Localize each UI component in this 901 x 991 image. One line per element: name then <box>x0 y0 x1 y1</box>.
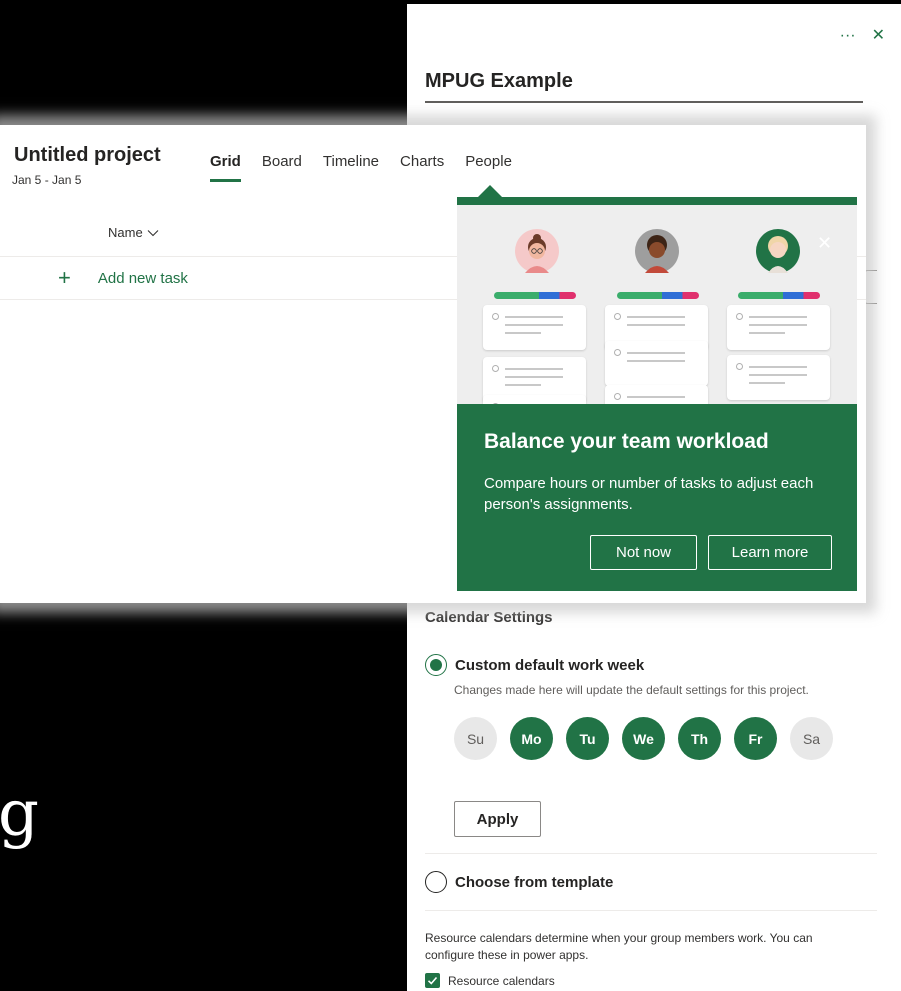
callout-actions: Not now Learn more <box>590 535 832 570</box>
day-toggle-monday[interactable]: Mo <box>510 717 553 760</box>
more-options-icon[interactable]: ··· <box>840 28 856 44</box>
callout-title: Balance your team workload <box>484 430 769 453</box>
divider <box>425 910 877 911</box>
add-new-task-row[interactable]: + Add new task <box>58 267 188 289</box>
not-now-button[interactable]: Not now <box>590 535 697 570</box>
learn-more-button[interactable]: Learn more <box>708 535 832 570</box>
task-card <box>605 385 708 404</box>
plus-icon: + <box>58 265 71 290</box>
custom-week-label: Custom default work week <box>455 656 645 674</box>
day-toggle-wednesday[interactable]: We <box>622 717 665 760</box>
person-avatar-icon <box>635 229 679 273</box>
panel-actions: ··· ✕ <box>840 28 885 44</box>
custom-week-radio[interactable] <box>425 654 447 676</box>
day-toggle-tuesday[interactable]: Tu <box>566 717 609 760</box>
template-option[interactable]: Choose from template <box>425 871 613 893</box>
day-toggle-friday[interactable]: Fr <box>734 717 777 760</box>
hidden-field-edge <box>865 270 877 304</box>
view-tabs: Grid Board Timeline Charts People <box>210 153 512 182</box>
tab-people[interactable]: People <box>465 153 512 182</box>
tab-charts[interactable]: Charts <box>400 153 444 182</box>
resource-calendars-description: Resource calendars determine when your g… <box>425 931 813 962</box>
checkmark-icon <box>427 976 438 985</box>
apply-button[interactable]: Apply <box>454 801 541 837</box>
person-avatar-icon <box>515 229 559 273</box>
task-card <box>483 305 586 350</box>
day-toggle-thursday[interactable]: Th <box>678 717 721 760</box>
task-card <box>727 355 830 400</box>
day-toggle-sunday[interactable]: Su <box>454 717 497 760</box>
resource-calendars-checkbox[interactable] <box>425 973 440 988</box>
tab-grid[interactable]: Grid <box>210 153 241 182</box>
workload-bar <box>738 292 820 299</box>
workday-picker: Su Mo Tu We Th Fr Sa <box>454 717 833 760</box>
workload-illustration: ✕ <box>457 205 857 404</box>
custom-week-option[interactable]: Custom default work week <box>425 654 644 676</box>
chevron-down-icon <box>147 229 159 236</box>
resource-calendars-label: Resource calendars <box>448 973 555 988</box>
close-panel-icon[interactable]: ✕ <box>872 28 885 44</box>
template-label: Choose from template <box>455 873 614 891</box>
template-radio[interactable] <box>425 871 447 893</box>
callout-close-icon[interactable]: ✕ <box>817 233 832 254</box>
teaching-callout: ✕ Balance your team workload Compare hou… <box>457 197 857 591</box>
name-column-header[interactable]: Name <box>108 225 159 240</box>
task-card <box>605 341 708 386</box>
project-name-field[interactable]: MPUG Example <box>425 70 863 103</box>
callout-beak <box>478 185 502 197</box>
calendar-settings-heading: Calendar Settings <box>425 609 553 626</box>
tab-board[interactable]: Board <box>262 153 302 182</box>
task-card <box>483 395 586 404</box>
add-new-task-label: Add new task <box>97 269 188 287</box>
background-text: g <box>0 777 39 851</box>
custom-week-hint: Changes made here will update the defaul… <box>454 683 809 697</box>
project-date-range: Jan 5 - Jan 5 <box>12 173 82 187</box>
workload-bar <box>617 292 699 299</box>
day-toggle-saturday[interactable]: Sa <box>790 717 833 760</box>
tab-timeline[interactable]: Timeline <box>323 153 379 182</box>
resource-calendars-option[interactable]: Resource calendars <box>425 973 555 988</box>
divider <box>425 853 877 854</box>
callout-body: Compare hours or number of tasks to adju… <box>484 475 814 513</box>
name-column-label: Name <box>108 225 143 240</box>
project-title[interactable]: Untitled project <box>14 144 161 167</box>
person-avatar-icon <box>756 229 800 273</box>
workload-bar <box>494 292 576 299</box>
task-card <box>727 305 830 350</box>
